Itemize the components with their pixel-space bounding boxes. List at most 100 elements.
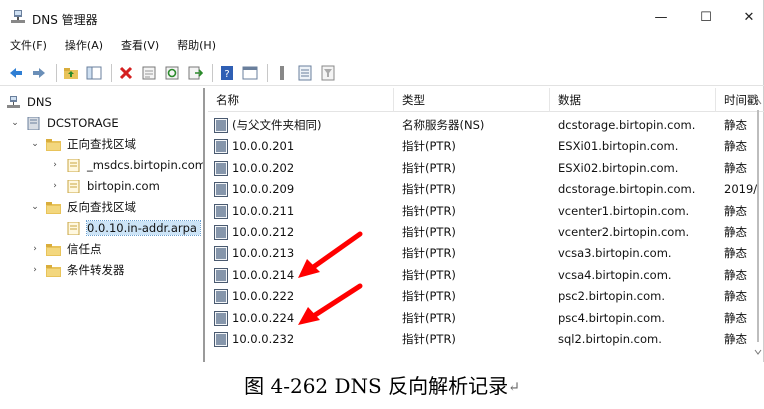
table-row[interactable]: (与父文件夹相同) 名称服务器(NS) dcstorage.birtopin.com… <box>208 115 764 136</box>
properties-icon[interactable] <box>139 63 159 83</box>
chevron-right-icon[interactable]: › <box>50 160 60 170</box>
delete-icon[interactable] <box>116 63 136 83</box>
column-header-type[interactable]: 类型 <box>394 88 550 112</box>
tree-node-zone-birtopin[interactable]: › birtopin.com <box>50 176 160 196</box>
dns-record-icon <box>214 118 228 133</box>
show-tree-icon[interactable] <box>84 63 104 83</box>
cell-type: 指针(PTR) <box>402 182 456 197</box>
cell-data: psc4.birtopin.com. <box>558 310 666 325</box>
tree-node-zone-reverse[interactable]: 0.0.10.in-addr.arpa <box>66 218 201 238</box>
tree-node-forward-zones[interactable]: ⌄ 正向查找区域 <box>30 134 136 154</box>
menu-action[interactable]: 操作(A) <box>55 36 111 56</box>
title-bar: DNS 管理器 — ☐ ✕ <box>0 0 764 34</box>
close-button[interactable]: ✕ <box>738 7 760 27</box>
table-row[interactable]: 10.0.0.201 指针(PTR) ESXi01.birtopin.com. 静态 <box>208 136 764 157</box>
cell-type: 名称服务器(NS) <box>402 118 485 132</box>
cell-name: 10.0.0.213 <box>214 243 396 264</box>
record-name: 10.0.0.201 <box>232 139 295 154</box>
table-row[interactable]: 10.0.0.212 指针(PTR) vcenter2.birtopin.com. 静… <box>208 222 764 243</box>
chevron-right-icon[interactable]: › <box>30 244 40 254</box>
column-header-data[interactable]: 数据 <box>550 88 716 112</box>
cell-name: 10.0.0.224 <box>214 308 396 329</box>
cell-data: vcenter1.birtopin.com. <box>558 203 690 218</box>
menu-help[interactable]: 帮助(H) <box>167 36 224 56</box>
dns-record-icon <box>214 289 228 305</box>
table-row[interactable]: 10.0.0.209 指针(PTR) dcstorage.birtopin.com.… <box>208 179 764 200</box>
chevron-down-icon[interactable]: ⌄ <box>30 202 40 212</box>
column-header-name[interactable]: 名称 <box>208 88 394 112</box>
cell-name: 10.0.0.211 <box>214 201 396 222</box>
cell-data: psc2.birtopin.com. <box>558 289 666 304</box>
cell-name: 10.0.0.212 <box>214 222 396 243</box>
tree-label: 信任点 <box>67 242 102 256</box>
help-icon[interactable]: ? <box>217 63 237 83</box>
tree-node-zone-msdcs[interactable]: › _msdcs.birtopin.com <box>50 155 205 175</box>
filter-icon[interactable] <box>318 63 338 83</box>
tree-label: DCSTORAGE <box>47 116 119 130</box>
record-name: (与父文件夹相同) <box>232 118 322 132</box>
table-row[interactable]: 10.0.0.214 指针(PTR) vcsa4.birtopin.com. 静态 <box>208 265 764 286</box>
tree-label-selected: 0.0.10.in-addr.arpa <box>86 220 201 236</box>
tree-label: 反向查找区域 <box>67 200 136 214</box>
separator-bar-icon[interactable] <box>272 63 292 83</box>
cell-name: 10.0.0.209 <box>214 179 396 200</box>
zone-icon <box>67 179 80 193</box>
table-row[interactable]: 10.0.0.211 指针(PTR) vcenter1.birtopin.com. 静… <box>208 201 764 222</box>
forward-arrow-icon[interactable] <box>29 63 49 83</box>
maximize-button[interactable]: ☐ <box>695 7 717 27</box>
tree-label: DNS <box>27 95 52 109</box>
toolbar-separator <box>267 63 268 82</box>
chevron-down-icon[interactable]: ⌄ <box>10 118 20 128</box>
server-icon <box>27 116 40 130</box>
tree-node-reverse-zones[interactable]: ⌄ 反向查找区域 <box>30 197 136 217</box>
table-row[interactable]: 10.0.0.213 指针(PTR) vcsa3.birtopin.com. 静态 <box>208 243 764 264</box>
dns-record-icon <box>214 139 228 155</box>
toolbar-separator <box>56 63 57 82</box>
folder-icon <box>46 243 61 256</box>
dns-record-icon <box>214 332 228 347</box>
table-row[interactable]: 10.0.0.232 指针(PTR) sql2.birtopin.com. 静态 <box>208 329 764 350</box>
tree-label: _msdcs.birtopin.com <box>87 158 205 172</box>
minimize-button[interactable]: — <box>650 7 672 27</box>
chevron-right-icon[interactable]: › <box>30 265 40 275</box>
back-arrow-icon[interactable] <box>6 63 26 83</box>
zone-icon <box>67 221 80 235</box>
dns-record-icon <box>214 225 228 240</box>
record-name: 10.0.0.214 <box>232 267 295 282</box>
tree-node-conditional-forwarders[interactable]: › 条件转发器 <box>30 260 125 280</box>
table-row[interactable]: 10.0.0.202 指针(PTR) ESXi02.birtopin.com. 静态 <box>208 158 764 179</box>
tree-label: 条件转发器 <box>67 263 125 277</box>
vertical-scrollbar[interactable] <box>752 88 764 362</box>
tree-node-server[interactable]: ⌄ DCSTORAGE <box>10 113 119 133</box>
table-row[interactable]: 10.0.0.224 指针(PTR) psc4.birtopin.com. 静态 <box>208 308 764 329</box>
dns-server-icon <box>11 10 25 23</box>
up-folder-icon[interactable] <box>61 63 81 83</box>
console-icon[interactable] <box>240 63 260 83</box>
chevron-down-icon[interactable]: ⌄ <box>30 139 40 149</box>
dns-record-icon <box>214 203 228 219</box>
menu-view[interactable]: 查看(V) <box>111 36 167 56</box>
table-row[interactable]: 10.0.0.222 指针(PTR) psc2.birtopin.com. 静态 <box>208 286 764 307</box>
caption-text: 图 4-262 DNS 反向解析记录 <box>244 374 509 398</box>
refresh-icon[interactable] <box>162 63 182 83</box>
record-name: 10.0.0.211 <box>232 203 295 218</box>
tree-node-dns[interactable]: DNS <box>6 92 52 112</box>
folder-icon <box>46 201 61 214</box>
dns-record-icon <box>214 310 228 326</box>
menu-bar: 文件(F) 操作(A) 查看(V) 帮助(H) <box>0 36 224 56</box>
dns-record-icon <box>214 246 228 262</box>
cell-name: 10.0.0.202 <box>214 158 396 179</box>
tree-node-trust-points[interactable]: › 信任点 <box>30 239 102 259</box>
cell-type: 指针(PTR) <box>402 267 456 282</box>
record-name: 10.0.0.224 <box>232 310 295 325</box>
chevron-right-icon[interactable]: › <box>50 181 60 191</box>
dns-record-icon <box>214 182 228 198</box>
cell-data: ESXi01.birtopin.com. <box>558 139 679 154</box>
figure-caption: 图 4-262 DNS 反向解析记录↵ <box>0 368 764 404</box>
record-list-icon[interactable] <box>295 63 315 83</box>
record-name: 10.0.0.202 <box>232 160 295 175</box>
export-icon[interactable] <box>185 63 205 83</box>
dns-root-icon <box>7 95 20 108</box>
cell-data: vcsa4.birtopin.com. <box>558 267 672 282</box>
menu-file[interactable]: 文件(F) <box>0 36 55 56</box>
